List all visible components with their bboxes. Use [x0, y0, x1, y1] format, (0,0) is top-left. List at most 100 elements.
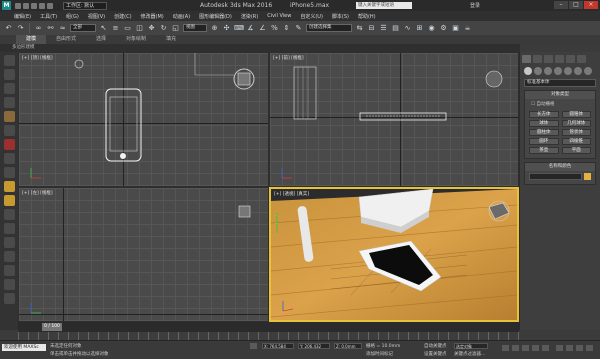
utilities-icon[interactable]	[3, 293, 15, 304]
workspace-dropdown[interactable]: 工作区: 默认	[63, 1, 107, 10]
next-frame-icon[interactable]	[532, 345, 539, 351]
edit-named-selection-icon[interactable]: ✎	[294, 24, 303, 33]
autogrid-checkbox[interactable]: ☐ 自动栅格	[525, 99, 595, 109]
hierarchy-tab-icon[interactable]	[544, 55, 553, 63]
menu-civil-view[interactable]: Civil View	[267, 13, 291, 19]
angle-snap-icon[interactable]: ∠	[258, 24, 267, 33]
previous-frame-icon[interactable]	[512, 345, 519, 351]
select-manipulate-icon[interactable]: ✣	[222, 24, 231, 33]
key-mode-dropdown[interactable]: 选定对象	[454, 343, 488, 349]
viewport-label-left[interactable]: [+] [左] [线框]	[22, 190, 53, 196]
viewport-perspective[interactable]: • • [+] [透视] [真实]	[269, 187, 519, 322]
tab-modeling[interactable]: 建模	[16, 35, 47, 44]
schematic-view-icon[interactable]: ⊞	[415, 24, 424, 33]
selection-filter-dropdown[interactable]: 全部	[70, 24, 96, 32]
save-file-icon[interactable]	[31, 2, 37, 9]
named-selection-set-dropdown[interactable]: 创建选择集	[306, 24, 352, 32]
motion-tab-icon[interactable]	[555, 55, 564, 63]
link-icon[interactable]: ∞	[34, 24, 43, 33]
move-icon[interactable]: ✥	[147, 24, 156, 33]
camera-icon[interactable]	[3, 125, 15, 136]
snaps-toggle-icon[interactable]: ∡	[246, 24, 255, 33]
create-tab-icon[interactable]	[522, 55, 531, 63]
torus-button[interactable]: 圆环	[529, 138, 559, 145]
viewport-top[interactable]: [+] [顶] [线框]	[18, 52, 269, 187]
menu-animation[interactable]: 动画(A)	[173, 13, 190, 20]
geosphere-button[interactable]: 几何球体	[561, 120, 591, 127]
lights-category-icon[interactable]	[544, 67, 552, 75]
close-button[interactable]: ×	[584, 1, 598, 9]
render-icon[interactable]	[3, 139, 15, 150]
time-slider-track[interactable]: 0 / 100	[18, 322, 519, 332]
set-key-button[interactable]: 设置关键点	[424, 351, 447, 357]
viewport-label-persp[interactable]: [+] [透视] [真实]	[274, 191, 309, 197]
select-object-icon[interactable]: ↖	[99, 24, 108, 33]
keyboard-shortcut-icon[interactable]: ⌨	[234, 24, 244, 33]
undo-icon[interactable]: ↶	[4, 24, 13, 33]
open-file-icon[interactable]	[23, 2, 29, 9]
scale-icon[interactable]: ◱	[171, 24, 180, 33]
menu-help[interactable]: 帮助(H)	[358, 13, 376, 20]
curve-editor-icon[interactable]: ∿	[403, 24, 412, 33]
select-by-name-icon[interactable]: ≡	[111, 24, 120, 33]
sun-icon[interactable]	[3, 195, 15, 206]
pan-icon[interactable]	[566, 345, 573, 351]
scene-explorer-icon[interactable]: ▤	[391, 24, 400, 33]
menu-rendering[interactable]: 渲染(R)	[241, 13, 258, 20]
display-tab-icon[interactable]	[566, 55, 575, 63]
move-tool-icon[interactable]	[3, 69, 15, 80]
pivot-center-icon[interactable]: ⊕	[210, 24, 219, 33]
space-warp-icon[interactable]	[3, 223, 15, 234]
geometry-icon[interactable]	[3, 265, 15, 276]
app-logo-icon[interactable]: M	[2, 1, 11, 10]
menu-scripting[interactable]: 脚本(S)	[332, 13, 349, 20]
material-icon[interactable]	[3, 153, 15, 164]
maxscript-listener[interactable]: 欢迎使用 MAXSc	[2, 344, 46, 351]
z-coordinate-field[interactable]: Z: 0.0mm	[334, 343, 362, 349]
tab-populate[interactable]: 填充	[156, 35, 186, 44]
helper-icon[interactable]	[3, 167, 15, 178]
mirror-icon[interactable]: ⇆	[355, 24, 364, 33]
menu-edit[interactable]: 编辑(E)	[14, 13, 31, 20]
select-tool-icon[interactable]	[3, 55, 15, 66]
redo-icon[interactable]: ↷	[16, 24, 25, 33]
object-type-header[interactable]: 对象类型	[525, 91, 595, 99]
material-editor-icon[interactable]: ◉	[427, 24, 436, 33]
rectangle-selection-icon[interactable]: ▭	[123, 24, 132, 33]
render-setup-icon[interactable]: ⚙	[439, 24, 448, 33]
helpers-category-icon[interactable]	[564, 67, 572, 75]
zoom-icon[interactable]	[556, 345, 563, 351]
shapes-category-icon[interactable]	[534, 67, 542, 75]
percent-snap-icon[interactable]: %	[270, 24, 279, 33]
maximize-button[interactable]: □	[569, 1, 583, 9]
search-input[interactable]: 键入关键字或短语	[356, 2, 412, 9]
viewport-front[interactable]: [+] [前] [线框]	[269, 52, 519, 187]
utilities-tab-icon[interactable]	[577, 55, 586, 63]
spinner-snap-icon[interactable]: ⇕	[282, 24, 291, 33]
go-to-end-icon[interactable]	[542, 345, 549, 351]
bind-space-warp-icon[interactable]: ≈	[58, 24, 67, 33]
shapes-icon[interactable]	[3, 251, 15, 262]
object-name-input[interactable]	[529, 173, 582, 180]
viewport-label-top[interactable]: [+] [顶] [线框]	[22, 55, 53, 61]
rotate-tool-icon[interactable]	[3, 83, 15, 94]
systems-category-icon[interactable]	[584, 67, 592, 75]
light-bulb-icon[interactable]	[3, 181, 15, 192]
space-warps-category-icon[interactable]	[574, 67, 582, 75]
y-coordinate-field[interactable]: Y: 206.432	[298, 343, 330, 349]
reference-coordinate-dropdown[interactable]: 视图	[183, 24, 207, 32]
menu-views[interactable]: 视图(V)	[88, 13, 105, 20]
object-color-swatch[interactable]	[584, 173, 591, 180]
track-bar-ruler[interactable]	[18, 332, 519, 340]
cone-button[interactable]: 圆锥体	[561, 111, 591, 118]
rendered-frame-icon[interactable]: ▣	[451, 24, 460, 33]
minimize-button[interactable]: –	[554, 1, 568, 9]
light-icon[interactable]	[3, 111, 15, 122]
plane-button[interactable]: 平面	[561, 147, 591, 154]
lock-selection-icon[interactable]	[250, 343, 257, 349]
geometry-category-icon[interactable]	[524, 67, 532, 75]
play-icon[interactable]	[522, 345, 529, 351]
align-icon[interactable]: ⊟	[367, 24, 376, 33]
viewport-left[interactable]: [+] [左] [线框]	[18, 187, 269, 322]
new-file-icon[interactable]	[15, 2, 21, 9]
